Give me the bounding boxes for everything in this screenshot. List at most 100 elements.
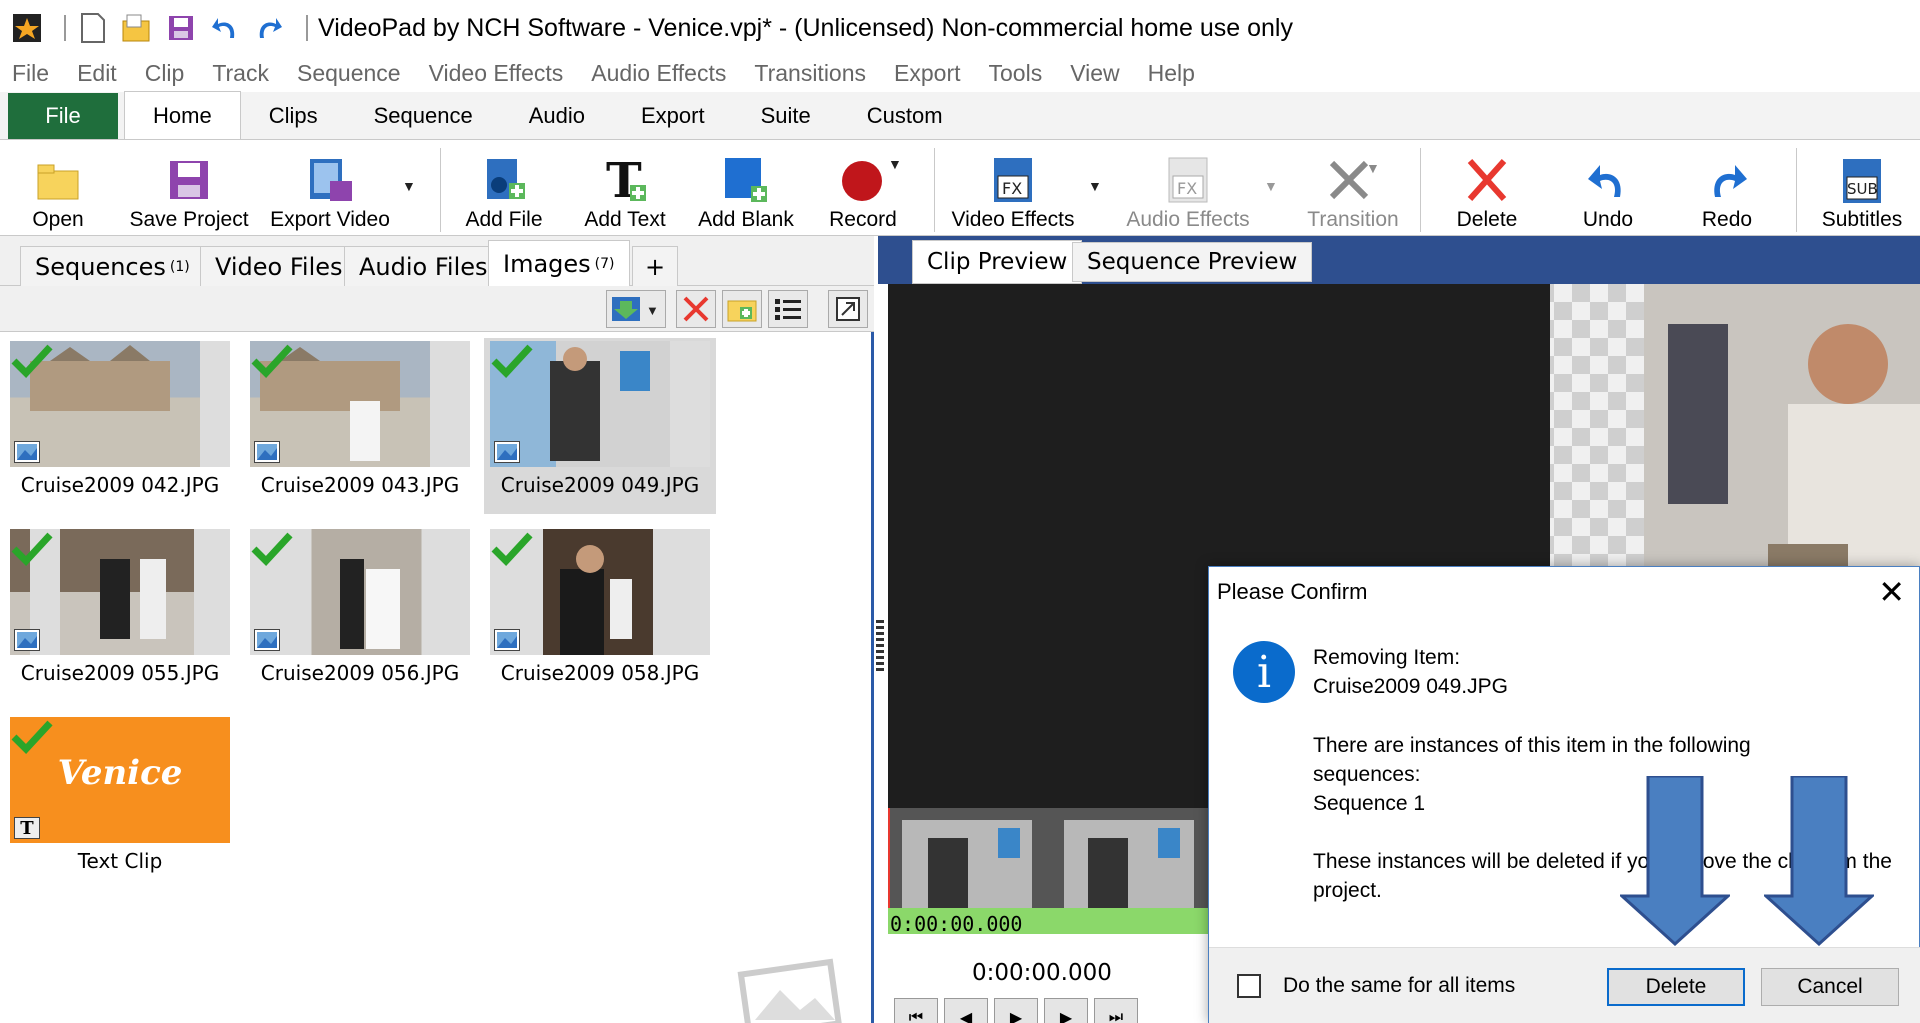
add-file-button[interactable]: Add File — [465, 146, 543, 232]
transition-button[interactable]: ▼ Transition — [1302, 146, 1404, 232]
export-video-button[interactable]: Export Video — [268, 146, 392, 232]
skip-start-button[interactable]: ⏮ — [894, 998, 938, 1023]
tab-sequence[interactable]: Sequence — [346, 93, 501, 139]
play-icon: ▶ — [1009, 1010, 1023, 1023]
step-back-icon: ◀ — [959, 1010, 973, 1023]
transition-icon: ▼ — [1326, 152, 1380, 208]
record-label: Record — [829, 208, 897, 231]
svg-text:SUB: SUB — [1847, 180, 1878, 198]
separator — [1420, 148, 1421, 232]
open-button[interactable]: Open — [28, 146, 88, 232]
undo-arrow-icon — [1586, 152, 1630, 208]
save-icon[interactable] — [164, 11, 198, 45]
tab-audio-files[interactable]: Audio Files — [344, 246, 503, 286]
tab-export[interactable]: Export — [613, 93, 733, 139]
audio-fx-icon: FX — [1165, 152, 1211, 208]
redo-button[interactable]: Redo — [1696, 146, 1758, 232]
add-text-icon: T — [602, 152, 648, 208]
tab-home[interactable]: Home — [124, 91, 241, 139]
media-item[interactable]: Cruise2009 058.JPG — [484, 526, 716, 702]
tab-images-count: (7) — [594, 256, 615, 272]
cancel-button[interactable]: Cancel — [1761, 968, 1899, 1006]
skip-end-button[interactable]: ⏭ — [1094, 998, 1138, 1023]
undock-button[interactable] — [828, 290, 868, 328]
media-item[interactable]: Cruise2009 042.JPG — [4, 338, 236, 514]
save-project-button[interactable]: Save Project — [126, 146, 252, 232]
app-logo-icon[interactable] — [10, 11, 44, 45]
media-caption: Cruise2009 055.JPG — [20, 661, 220, 685]
menu-sequence[interactable]: Sequence — [297, 60, 401, 87]
callout-arrow-down-icon — [1764, 776, 1874, 946]
media-item[interactable]: Cruise2009 043.JPG — [244, 338, 476, 514]
image-type-icon — [254, 629, 280, 651]
menu-transitions[interactable]: Transitions — [754, 60, 866, 87]
media-item[interactable]: Cruise2009 056.JPG — [244, 526, 476, 702]
in-use-check-icon — [251, 344, 293, 379]
undock-icon — [836, 297, 860, 321]
tab-sequences[interactable]: Sequences (1) — [20, 246, 205, 286]
text-type-icon: T — [14, 817, 40, 839]
audio-effects-button[interactable]: FX Audio Effects — [1124, 146, 1252, 232]
step-back-button[interactable]: ◀ — [944, 998, 988, 1023]
import-button[interactable]: ▼ — [606, 290, 666, 328]
undo-button[interactable]: Undo — [1578, 146, 1638, 232]
menu-clip[interactable]: Clip — [145, 60, 185, 87]
media-item[interactable]: Cruise2009 055.JPG — [4, 526, 236, 702]
menu-video-effects[interactable]: Video Effects — [429, 60, 564, 87]
delete-confirm-button[interactable]: Delete — [1607, 968, 1745, 1006]
play-button[interactable]: ▶ — [994, 998, 1038, 1023]
new-icon[interactable] — [76, 11, 110, 45]
media-caption: Cruise2009 056.JPG — [260, 661, 460, 685]
tab-custom[interactable]: Custom — [839, 93, 971, 139]
redo-icon[interactable] — [252, 11, 286, 45]
menu-audio-effects[interactable]: Audio Effects — [591, 60, 726, 87]
video-effects-button[interactable]: FX Video Effects — [950, 146, 1076, 232]
add-blank-button[interactable]: Add Blank — [698, 146, 794, 232]
export-dropdown-icon[interactable]: ▼ — [402, 178, 416, 194]
same-for-all-label[interactable]: Do the same for all items — [1283, 974, 1515, 998]
menu-export[interactable]: Export — [894, 60, 960, 87]
menu-view[interactable]: View — [1070, 60, 1119, 87]
save-project-label: Save Project — [129, 208, 249, 231]
tab-images[interactable]: Images (7) — [488, 240, 630, 287]
subtitles-button[interactable]: SUB Subtitles — [1818, 146, 1906, 232]
undo-icon[interactable] — [208, 11, 242, 45]
same-for-all-checkbox[interactable] — [1237, 974, 1261, 998]
remove-x-icon — [683, 296, 709, 322]
delete-button[interactable]: Delete — [1450, 146, 1524, 232]
tab-clips[interactable]: Clips — [241, 93, 346, 139]
tab-clip-preview[interactable]: Clip Preview — [912, 240, 1083, 284]
add-bin-tab-button[interactable]: + — [632, 246, 679, 286]
audio-effects-dropdown-icon[interactable]: ▼ — [1264, 178, 1278, 194]
add-text-button[interactable]: T Add Text — [580, 146, 670, 232]
list-view-icon — [775, 299, 801, 320]
tab-video-files[interactable]: Video Files — [200, 246, 358, 286]
step-forward-button[interactable]: ▶ — [1044, 998, 1088, 1023]
tab-audio[interactable]: Audio — [501, 93, 613, 139]
menu-edit[interactable]: Edit — [77, 60, 117, 87]
tab-sequence-preview[interactable]: Sequence Preview — [1072, 242, 1313, 282]
tab-file[interactable]: File — [8, 93, 118, 139]
separator — [64, 15, 66, 41]
list-view-button[interactable] — [768, 290, 808, 328]
svg-text:▼: ▼ — [1366, 160, 1380, 176]
remove-button[interactable] — [676, 290, 716, 328]
menu-tools[interactable]: Tools — [989, 60, 1043, 87]
open-icon[interactable] — [120, 11, 154, 45]
separator — [934, 148, 935, 232]
video-effects-dropdown-icon[interactable]: ▼ — [1088, 178, 1102, 194]
menu-file[interactable]: File — [12, 60, 49, 87]
panel-splitter[interactable] — [876, 620, 884, 674]
media-item-text-clip[interactable]: Venice T Text Clip — [4, 714, 236, 890]
image-type-icon — [494, 629, 520, 651]
menu-track[interactable]: Track — [212, 60, 269, 87]
new-bin-button[interactable] — [722, 290, 762, 328]
media-item-selected[interactable]: Cruise2009 049.JPG — [484, 338, 716, 514]
tab-audio-files-label: Audio Files — [359, 252, 488, 281]
dialog-close-button[interactable]: ✕ — [1878, 573, 1905, 611]
record-dropdown-icon[interactable]: ▼ — [888, 156, 902, 172]
menu-help[interactable]: Help — [1148, 60, 1195, 87]
title-bar: VideoPad by NCH Software - Venice.vpj* -… — [0, 0, 1920, 56]
tab-video-files-label: Video Files — [215, 252, 343, 281]
tab-suite[interactable]: Suite — [733, 93, 839, 139]
